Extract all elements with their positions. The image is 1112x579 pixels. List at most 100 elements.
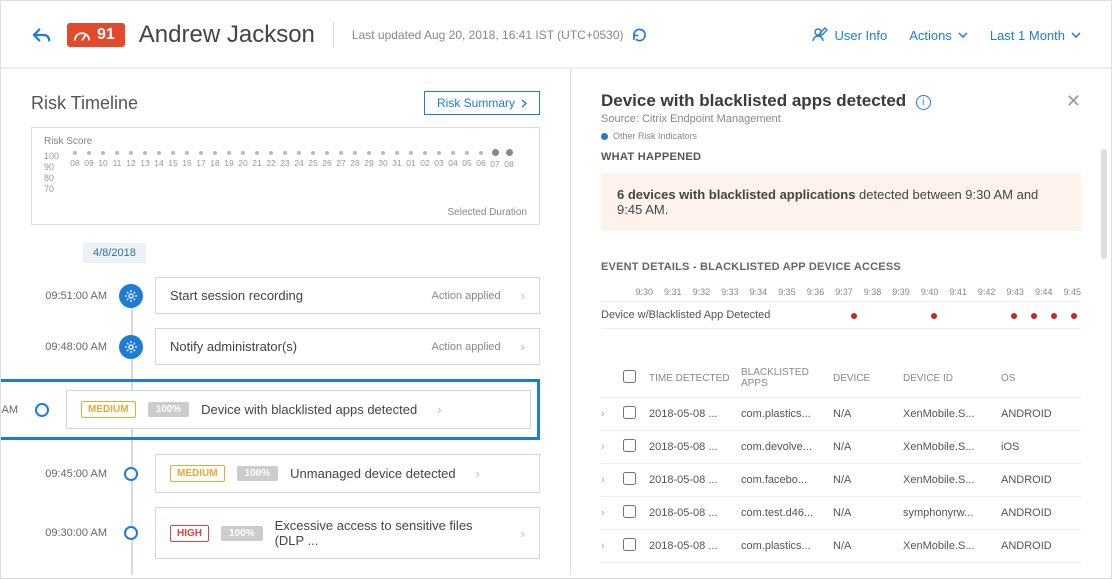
detail-title: Device with blacklisted apps detected — [601, 91, 906, 110]
close-icon[interactable]: ✕ — [1066, 91, 1081, 112]
mini-timeline-label: Device w/Blacklisted App Detected — [601, 299, 791, 331]
chart-x-tick: 14 — [152, 151, 166, 169]
user-name: Andrew Jackson — [139, 21, 315, 49]
table-row[interactable]: › 2018-05-08 ... com.plastics... N/A Xen… — [601, 530, 1081, 563]
actions-label: Actions — [909, 28, 952, 43]
info-icon[interactable]: i — [916, 95, 931, 110]
cell-os: ANDROID — [1001, 474, 1071, 486]
timeline-dot-icon — [35, 403, 49, 417]
event-dot-icon — [1051, 313, 1057, 319]
cell-device: N/A — [833, 441, 903, 453]
refresh-icon[interactable] — [632, 28, 647, 43]
cell-device: N/A — [833, 408, 903, 420]
cell-time: 2018-05-08 ... — [649, 540, 741, 552]
chart-x-tick: 25 — [306, 151, 320, 169]
mini-tick: 9:44 — [1035, 287, 1053, 297]
mini-tick: 9:32 — [693, 287, 711, 297]
y-tick: 80 — [44, 173, 59, 184]
what-happened-heading: WHAT HAPPENED — [601, 151, 1081, 163]
action-applied-label: Action applied — [432, 290, 501, 302]
col-header-time[interactable]: TIME DETECTED — [649, 373, 741, 384]
chart-x-tick: 20 — [236, 151, 250, 169]
user-info-link[interactable]: User Info — [812, 27, 887, 43]
expand-row-icon[interactable]: › — [601, 408, 623, 420]
confidence-badge: 100% — [148, 402, 190, 417]
expand-row-icon[interactable]: › — [601, 441, 623, 453]
row-checkbox[interactable] — [623, 406, 636, 419]
user-info-label: User Info — [834, 28, 887, 43]
chart-x-tick: 08 — [502, 151, 516, 169]
legend-dot-icon — [601, 133, 608, 140]
chart-x-tick: 11 — [110, 151, 124, 169]
col-header-os[interactable]: OS — [1001, 373, 1071, 384]
header-actions: User Info Actions Last 1 Month — [812, 27, 1081, 43]
date-range-label: Last 1 Month — [990, 28, 1065, 43]
timeline-time: 09:45:00 AM — [31, 468, 107, 480]
col-header-app[interactable]: BLACKLISTED APPS — [741, 367, 833, 389]
chart-x-tick: 04 — [446, 151, 460, 169]
cell-os: iOS — [1001, 441, 1071, 453]
row-checkbox[interactable] — [623, 439, 636, 452]
date-range-dropdown[interactable]: Last 1 Month — [990, 28, 1081, 43]
timeline-card[interactable]: HIGH100% Excessive access to sensitive f… — [155, 507, 540, 559]
mini-tick: 9:31 — [664, 287, 682, 297]
chevron-right-icon: › — [521, 526, 525, 541]
chart-x-tick: 24 — [292, 151, 306, 169]
timeline-card-title: Notify administrator(s) — [170, 339, 297, 354]
table-row[interactable]: › 2018-05-08 ... com.facebo... N/A XenMo… — [601, 464, 1081, 497]
row-checkbox[interactable] — [623, 472, 636, 485]
banner-strong: 6 devices with blacklisted applications — [617, 187, 855, 202]
mini-tick: 9:35 — [778, 287, 796, 297]
select-all-checkbox[interactable] — [623, 370, 636, 383]
row-checkbox[interactable] — [623, 505, 636, 518]
expand-row-icon[interactable]: › — [601, 474, 623, 486]
chart-x-tick: 28 — [348, 151, 362, 169]
col-header-device[interactable]: DEVICE — [833, 373, 903, 384]
severity-badge: HIGH — [170, 525, 209, 542]
timeline-time: 09:45:00 AM — [1, 404, 18, 416]
cell-device-id: XenMobile.S... — [903, 408, 1001, 420]
table-row[interactable]: › 2018-05-08 ... com.test.d46... N/A sym… — [601, 497, 1081, 530]
chart-x-tick: 01 — [404, 151, 418, 169]
timeline-card[interactable]: Notify administrator(s) Action applied › — [155, 328, 540, 365]
timeline-dot-icon — [124, 526, 138, 540]
expand-row-icon[interactable]: › — [601, 507, 623, 519]
user-icon — [812, 27, 828, 43]
timeline-card[interactable]: MEDIUM100% Device with blacklisted apps … — [66, 390, 531, 429]
timeline-row: 09:51:00 AM Start session recording Acti… — [31, 277, 540, 314]
chart-x-tick: 16 — [180, 151, 194, 169]
mini-timeline-dots — [791, 302, 1081, 328]
mini-tick: 9:40 — [921, 287, 939, 297]
cell-device: N/A — [833, 540, 903, 552]
y-tick: 90 — [44, 162, 59, 173]
timeline-row: 09:30:00 AM HIGH100% Excessive access to… — [31, 507, 540, 559]
gauge-icon — [73, 29, 91, 41]
header: 91 Andrew Jackson Last updated Aug 20, 2… — [1, 1, 1111, 68]
timeline-card[interactable]: Start session recording Action applied › — [155, 277, 540, 314]
event-dot-icon — [1071, 313, 1077, 319]
risk-summary-button[interactable]: Risk Summary — [424, 91, 540, 115]
mini-tick: 9:39 — [892, 287, 910, 297]
event-dot-icon — [851, 313, 857, 319]
cell-time: 2018-05-08 ... — [649, 474, 741, 486]
cell-app: com.devolve... — [741, 441, 833, 453]
scrollbar[interactable] — [1101, 149, 1107, 259]
chart-x-tick: 27 — [334, 151, 348, 169]
table-row[interactable]: › 2018-05-08 ... com.plastics... N/A Xen… — [601, 398, 1081, 431]
cell-device: N/A — [833, 474, 903, 486]
timeline-row: 09:48:00 AM Notify administrator(s) Acti… — [31, 328, 540, 365]
gear-icon — [119, 284, 143, 308]
timeline-time: 09:48:00 AM — [31, 341, 107, 353]
row-checkbox[interactable] — [623, 538, 636, 551]
col-header-device-id[interactable]: DEVICE ID — [903, 373, 1001, 384]
back-icon[interactable] — [31, 26, 53, 44]
mini-tick: 9:41 — [949, 287, 967, 297]
confidence-badge: 100% — [237, 466, 279, 481]
actions-dropdown[interactable]: Actions — [909, 28, 968, 43]
cell-os: ANDROID — [1001, 408, 1071, 420]
chart-x-tick: 31 — [390, 151, 404, 169]
expand-row-icon[interactable]: › — [601, 540, 623, 552]
timeline-card[interactable]: MEDIUM100% Unmanaged device detected › — [155, 454, 540, 493]
table-row[interactable]: › 2018-05-08 ... com.devolve... N/A XenM… — [601, 431, 1081, 464]
legend-label: Other Risk Indicators — [613, 131, 697, 141]
